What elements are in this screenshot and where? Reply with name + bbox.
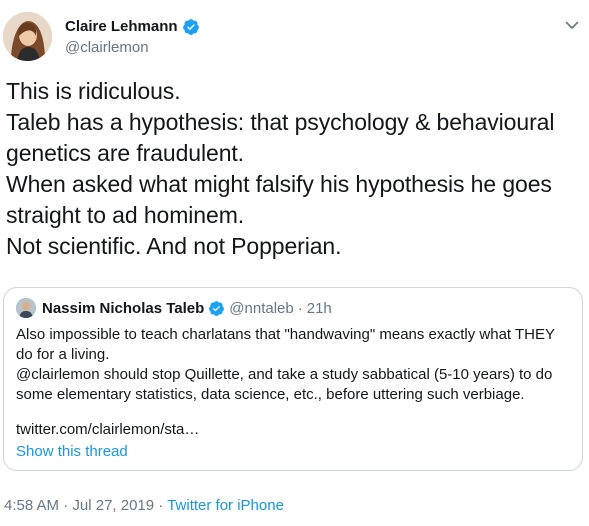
quoted-time: 21h bbox=[306, 299, 332, 317]
tweet-text-line: straight to ad hominem. bbox=[6, 202, 245, 228]
tweet-meta: 4:58 AM · Jul 27, 2019 · Twitter for iPh… bbox=[4, 496, 284, 516]
meta-separator: · bbox=[158, 497, 164, 514]
tweet-text-line: This is ridiculous. bbox=[6, 78, 181, 104]
meta-separator: · bbox=[63, 497, 69, 514]
author-avatar[interactable] bbox=[3, 12, 52, 61]
quoted-author-name: Nassim Nicholas Taleb bbox=[42, 299, 205, 317]
more-options-button[interactable] bbox=[562, 15, 582, 35]
show-thread-link[interactable]: Show this thread bbox=[16, 442, 128, 462]
tweet-header: Claire Lehmann @clairlemon bbox=[3, 8, 583, 64]
verified-badge-icon bbox=[182, 19, 199, 35]
quoted-text-line: do for a living. bbox=[16, 346, 110, 363]
avatar-photo-icon bbox=[3, 12, 52, 61]
author-name[interactable]: Claire Lehmann bbox=[65, 17, 200, 37]
avatar-photo-icon bbox=[16, 298, 36, 318]
quoted-author-avatar bbox=[16, 298, 36, 318]
tweet-text-line: Not scientific. And not Popperian. bbox=[6, 233, 342, 259]
author-display-name: Claire Lehmann bbox=[65, 18, 178, 35]
tweet-source-link[interactable]: Twitter for iPhone bbox=[167, 497, 284, 514]
author-handle[interactable]: @clairlemon bbox=[65, 38, 200, 58]
verified-badge-icon bbox=[209, 300, 225, 316]
quoted-text-line: Also impossible to teach charlatans that… bbox=[16, 326, 555, 343]
quoted-text-line: @clairlemon should stop Quillette, and t… bbox=[16, 366, 553, 383]
quoted-tweet-header: Nassim Nicholas Taleb @nntaleb · 21h bbox=[16, 298, 332, 318]
quoted-tweet-card[interactable]: Nassim Nicholas Taleb @nntaleb · 21h Als… bbox=[3, 287, 583, 471]
quoted-author-handle: @nntaleb bbox=[229, 299, 294, 317]
quoted-tweet-link[interactable]: twitter.com/clairlemon/sta… bbox=[16, 420, 199, 440]
quoted-separator: · bbox=[297, 299, 303, 317]
quoted-tweet-text: Also impossible to teach charlatans that… bbox=[16, 325, 576, 405]
tweet-time[interactable]: 4:58 AM bbox=[4, 497, 59, 514]
tweet-text: This is ridiculous. Taleb has a hypothes… bbox=[6, 76, 576, 262]
tweet: Claire Lehmann @clairlemon This is ridic… bbox=[0, 0, 589, 526]
tweet-date[interactable]: Jul 27, 2019 bbox=[72, 497, 154, 514]
author-info: Claire Lehmann @clairlemon bbox=[65, 17, 200, 58]
quoted-text-line: some elementary statistics, data science… bbox=[16, 386, 525, 403]
tweet-text-line: Taleb has a hypothesis: that psychology … bbox=[6, 109, 555, 135]
chevron-down-icon bbox=[565, 21, 579, 29]
tweet-text-line: genetics are fraudulent. bbox=[6, 140, 244, 166]
tweet-text-line: When asked what might falsify his hypoth… bbox=[6, 171, 552, 197]
